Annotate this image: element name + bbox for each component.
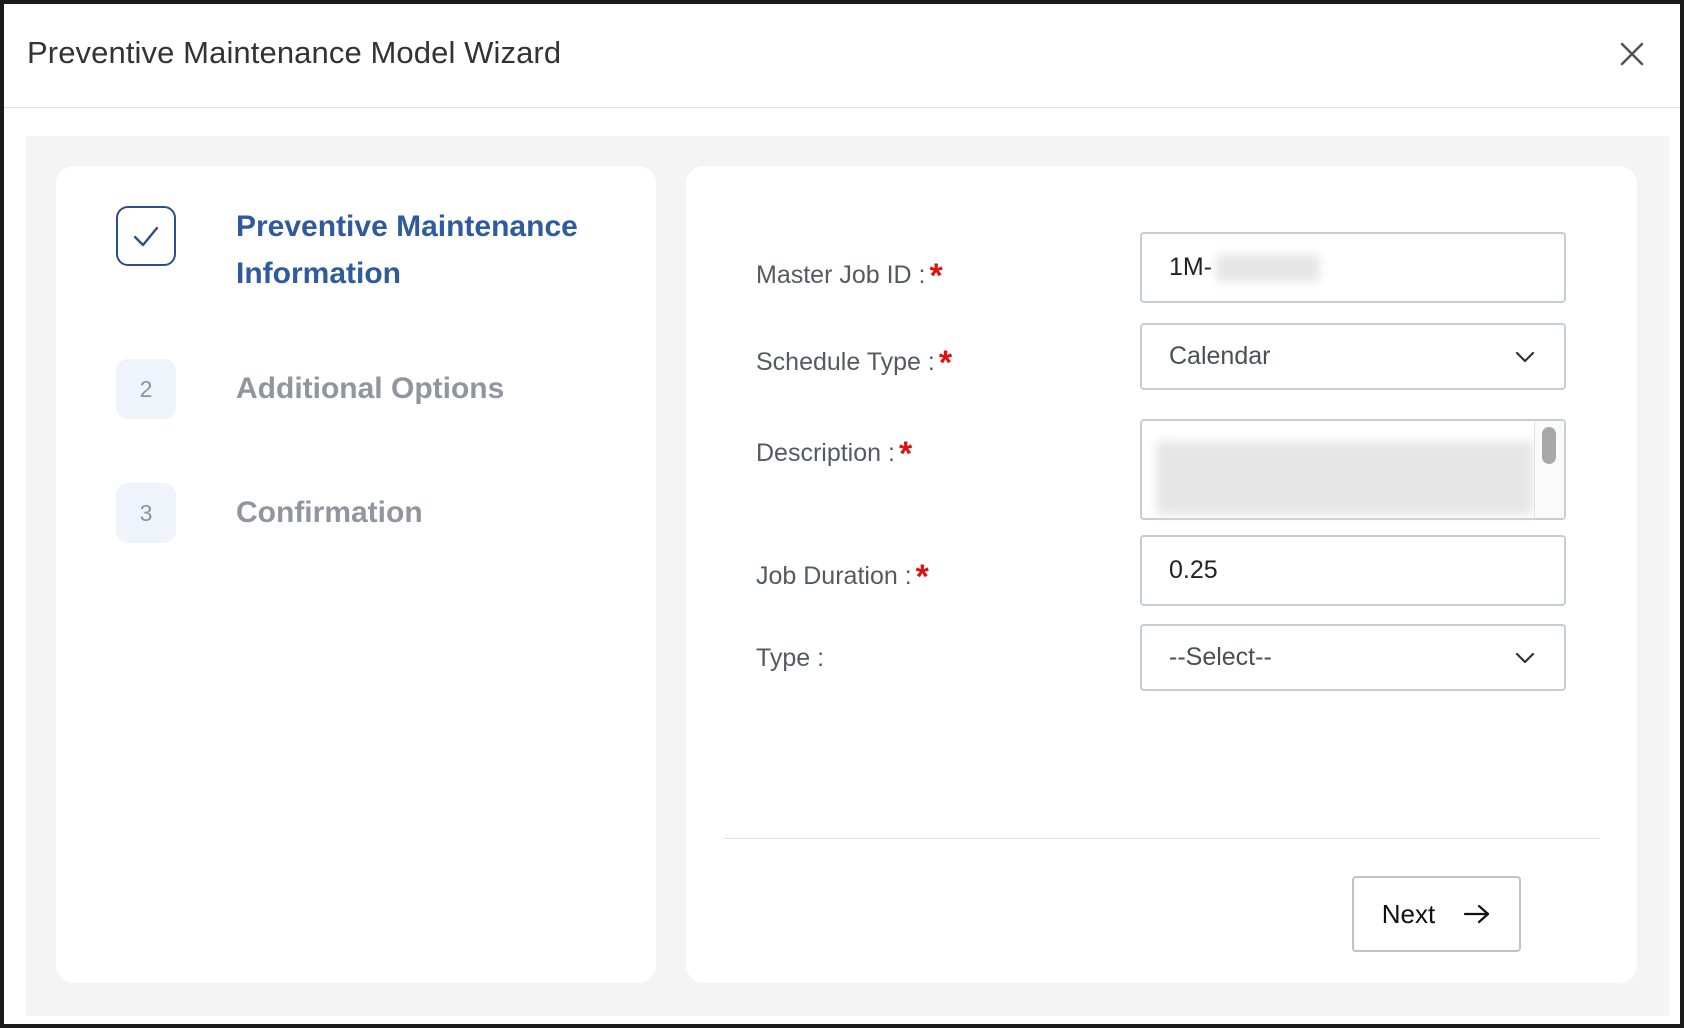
arrow-right-icon bbox=[1464, 904, 1490, 924]
step-completed-badge bbox=[116, 206, 176, 266]
master-job-id-input[interactable]: 1M- bbox=[1140, 232, 1566, 303]
type-select[interactable]: --Select-- bbox=[1140, 624, 1566, 691]
form-panel: Master Job ID : * 1M- Schedule Type : * Ca… bbox=[686, 166, 1637, 983]
step-number-badge: 3 bbox=[116, 483, 176, 543]
required-marker: * bbox=[898, 435, 913, 473]
description-label: Description : * bbox=[756, 435, 913, 473]
textarea-scrollbar[interactable] bbox=[1534, 421, 1564, 518]
form-divider bbox=[724, 838, 1599, 839]
required-marker: * bbox=[915, 558, 929, 596]
step-label: Additional Options bbox=[236, 372, 505, 405]
wizard-steps-panel: Preventive Maintenance Information 2 Add… bbox=[56, 166, 656, 983]
redacted-value bbox=[1216, 253, 1321, 282]
checkmark-icon bbox=[133, 226, 159, 247]
job-duration-label: Job Duration : * bbox=[756, 558, 929, 596]
step-label: Preventive Maintenance Information bbox=[236, 210, 578, 290]
schedule-type-label: Schedule Type : * bbox=[756, 344, 953, 382]
close-button[interactable] bbox=[1616, 38, 1648, 70]
master-job-id-label: Master Job ID : * bbox=[756, 257, 943, 295]
description-textarea[interactable] bbox=[1140, 419, 1566, 520]
dialog-title: Preventive Maintenance Model Wizard bbox=[27, 35, 562, 70]
step-label: Confirmation bbox=[236, 496, 423, 529]
schedule-type-select[interactable]: Calendar bbox=[1140, 323, 1566, 390]
type-label: Type : bbox=[756, 644, 825, 672]
chevron-down-icon bbox=[1515, 652, 1535, 663]
dialog-body: Preventive Maintenance Information 2 Add… bbox=[26, 136, 1669, 1016]
redacted-value bbox=[1156, 441, 1534, 515]
next-button[interactable]: Next bbox=[1352, 876, 1521, 952]
required-marker: * bbox=[938, 344, 953, 382]
job-duration-input[interactable]: 0.25 bbox=[1140, 535, 1566, 606]
wizard-dialog: Preventive Maintenance Model Wizard Prev… bbox=[0, 0, 1684, 1028]
step-number-badge: 2 bbox=[116, 359, 176, 419]
close-icon bbox=[1620, 42, 1644, 66]
scrollbar-thumb[interactable] bbox=[1542, 427, 1556, 464]
chevron-down-icon bbox=[1515, 351, 1535, 362]
required-marker: * bbox=[929, 257, 943, 295]
dialog-header: Preventive Maintenance Model Wizard bbox=[4, 4, 1680, 108]
